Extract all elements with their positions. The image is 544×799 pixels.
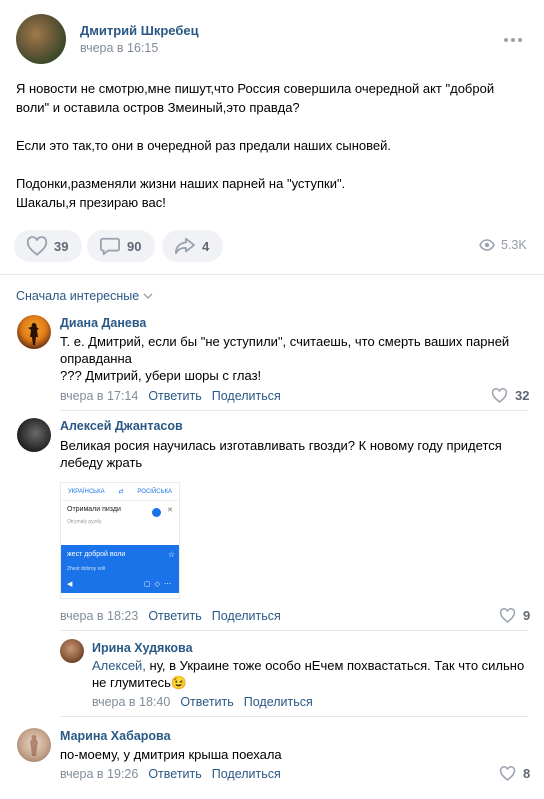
comment-like-count: 8 bbox=[523, 766, 531, 781]
share-link[interactable]: Поделиться bbox=[212, 389, 281, 403]
comments-sort-dropdown[interactable]: Сначала интересные bbox=[16, 289, 153, 303]
like-count: 39 bbox=[54, 238, 69, 254]
author-avatar[interactable] bbox=[16, 14, 66, 64]
share-count: 4 bbox=[202, 238, 210, 254]
views-count: 5.3K bbox=[501, 238, 527, 252]
comment-like-button[interactable]: 32 bbox=[491, 388, 529, 403]
share-link[interactable]: Поделиться bbox=[212, 609, 281, 623]
reply-time[interactable]: вчера в 18:40 bbox=[92, 695, 170, 709]
divider bbox=[60, 410, 528, 411]
comment-like-button[interactable]: 8 bbox=[499, 766, 530, 781]
divider bbox=[60, 630, 528, 631]
reply-text: Алексей, ну, в Украине тоже особо нЕчем … bbox=[92, 657, 532, 691]
reply-link[interactable]: Ответить bbox=[148, 389, 201, 403]
heart-icon bbox=[499, 608, 516, 623]
comment-author[interactable]: Алексей Джантасов bbox=[60, 419, 183, 433]
comment-avatar[interactable] bbox=[17, 315, 51, 349]
comment-like-button[interactable]: 9 bbox=[499, 608, 530, 623]
lang-to: РОСІЙСЬКА bbox=[137, 488, 173, 495]
translate-lang-bar: УКРАЇНСЬКА ⇄ РОСІЙСЬКА bbox=[61, 483, 179, 501]
heart-icon bbox=[491, 388, 508, 403]
reply-link[interactable]: Ответить bbox=[148, 767, 201, 781]
comment-text: Т. е. Дмитрий, если бы "не уступили", сч… bbox=[60, 334, 510, 383]
comment-avatar[interactable] bbox=[17, 418, 51, 452]
speaker-icon: ◀ bbox=[67, 581, 73, 588]
post-time[interactable]: вчера в 16:15 bbox=[80, 41, 158, 55]
comment-time[interactable]: вчера в 17:14 bbox=[60, 389, 138, 403]
silhouette-icon bbox=[28, 323, 39, 345]
comment-text: по-моему, у дмитрия крыша поехала bbox=[60, 747, 282, 762]
copy-share-icons: ▢◇⋯ bbox=[144, 581, 175, 588]
comment-time[interactable]: вчера в 19:26 bbox=[60, 767, 138, 781]
result-translit: Zhest dobroy voli bbox=[67, 566, 106, 572]
reply-meta: вчера в 18:40 Ответить Поделиться bbox=[92, 695, 313, 709]
reply-link[interactable]: Ответить bbox=[148, 609, 201, 623]
comment-time[interactable]: вчера в 18:23 bbox=[60, 609, 138, 623]
comment-text: Великая росия научилась изготавливать гв… bbox=[60, 438, 502, 470]
translate-output: жест доброй воли Zhest dobroy voli ☆ ◀ ▢… bbox=[61, 545, 179, 593]
share-link[interactable]: Поделиться bbox=[244, 695, 313, 709]
like-button[interactable]: 39 bbox=[14, 230, 83, 262]
heart-icon bbox=[26, 236, 48, 256]
reply-body: ну, в Украине тоже особо нЕчем похвастат… bbox=[92, 658, 525, 690]
silhouette-icon bbox=[30, 735, 38, 756]
attached-image[interactable]: УКРАЇНСЬКА ⇄ РОСІЙСЬКА Отримали пизди Ot… bbox=[60, 482, 180, 599]
translate-input: Отримали пизди Otrymaly pyzdy ✕ bbox=[61, 501, 179, 541]
heart-icon bbox=[499, 766, 516, 781]
lang-from: УКРАЇНСЬКА bbox=[67, 488, 105, 495]
swap-icon: ⇄ bbox=[118, 489, 124, 495]
comment-count: 90 bbox=[127, 238, 142, 254]
source-translit: Otrymaly pyzdy bbox=[67, 519, 102, 525]
comment-like-count: 32 bbox=[515, 388, 530, 403]
sort-label: Сначала интересные bbox=[16, 289, 140, 303]
comment-author[interactable]: Диана Данева bbox=[60, 316, 146, 330]
comment-avatar[interactable] bbox=[17, 728, 51, 762]
reply-author[interactable]: Ирина Худякова bbox=[92, 641, 193, 655]
chevron-down-icon bbox=[143, 293, 153, 299]
result-text: жест доброй воли bbox=[67, 551, 126, 558]
divider bbox=[0, 274, 544, 275]
comment-meta: вчера в 19:26 Ответить Поделиться bbox=[60, 767, 281, 781]
share-icon bbox=[175, 237, 195, 255]
share-button[interactable]: 4 bbox=[162, 230, 224, 262]
reply-avatar[interactable] bbox=[60, 639, 84, 663]
reply-mention[interactable]: Алексей, bbox=[92, 658, 146, 673]
star-icon: ☆ bbox=[167, 550, 175, 559]
share-link[interactable]: Поделиться bbox=[212, 767, 281, 781]
comment-meta: вчера в 18:23 Ответить Поделиться bbox=[60, 609, 281, 623]
go-icon bbox=[152, 508, 161, 517]
views-counter: 5.3K bbox=[479, 238, 527, 252]
comment-icon bbox=[100, 237, 120, 256]
more-options-icon[interactable] bbox=[504, 30, 524, 50]
comment-button[interactable]: 90 bbox=[87, 230, 156, 262]
comment-author[interactable]: Марина Хабарова bbox=[60, 729, 171, 743]
comment-meta: вчера в 17:14 Ответить Поделиться bbox=[60, 389, 281, 403]
comment-like-count: 9 bbox=[523, 608, 531, 623]
post-text: Я новости не смотрю,мне пишут,что Россия… bbox=[16, 81, 495, 210]
post-author-name[interactable]: Дмитрий Шкребец bbox=[80, 23, 199, 38]
divider bbox=[60, 716, 528, 717]
reply-link[interactable]: Ответить bbox=[180, 695, 233, 709]
close-icon: ✕ bbox=[167, 507, 173, 514]
eye-icon bbox=[479, 239, 495, 251]
